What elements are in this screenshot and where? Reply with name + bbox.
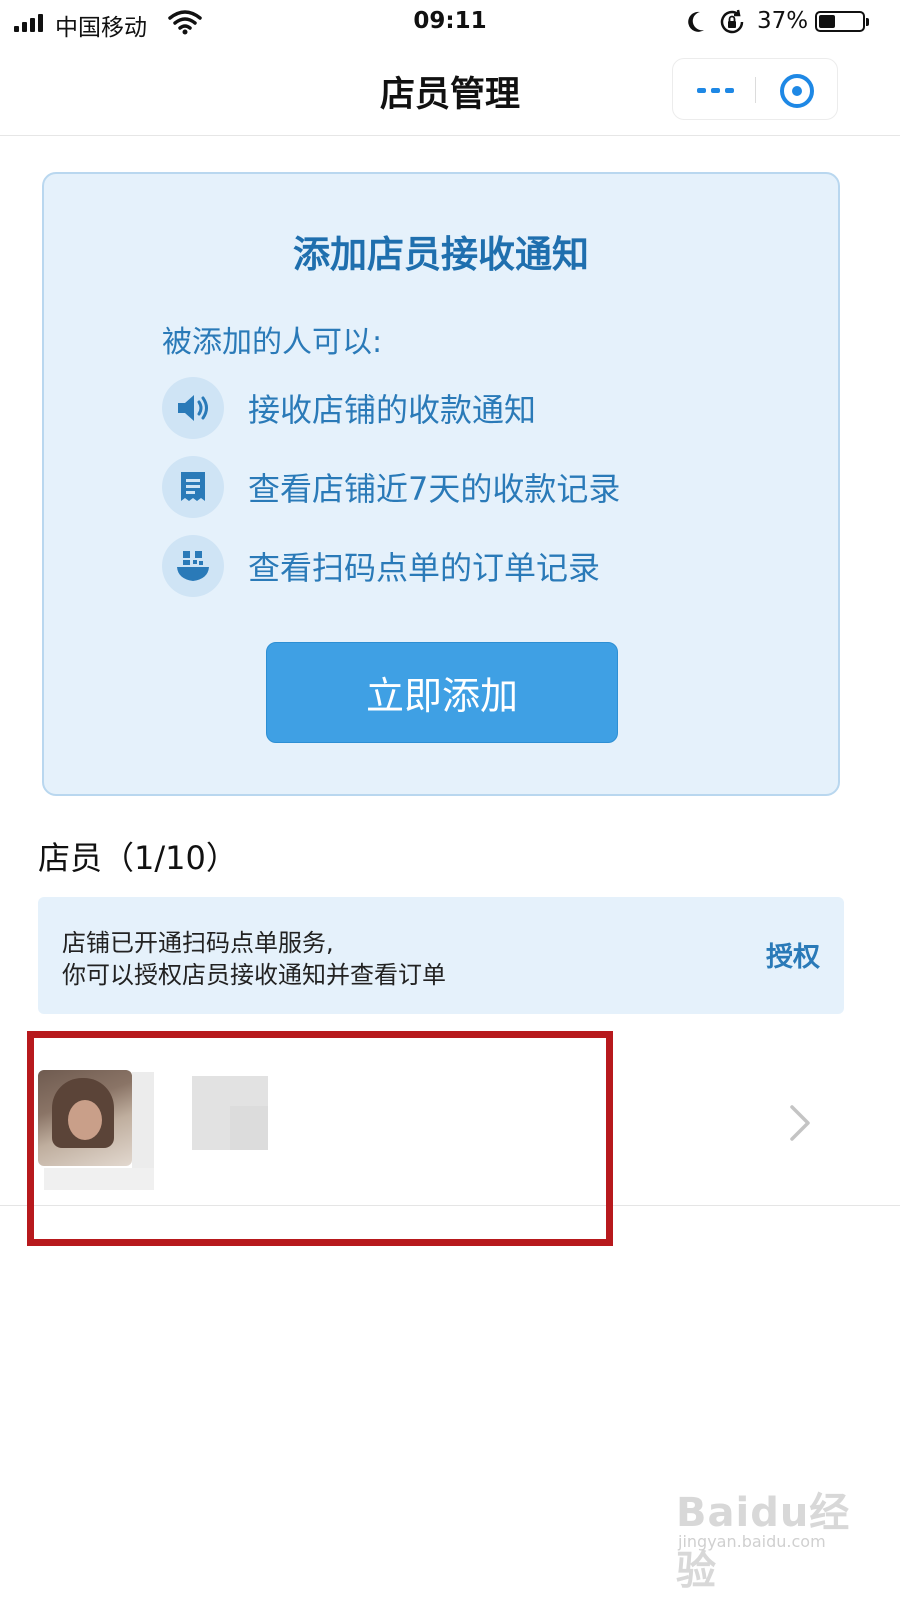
watermark-url: jingyan.baidu.com (678, 1532, 826, 1551)
receipt-icon (162, 456, 224, 518)
close-mini-program-icon[interactable] (777, 71, 817, 115)
feature-text: 查看店铺近7天的收款记录 (248, 470, 621, 508)
authorization-notice: 店铺已开通扫码点单服务, 你可以授权店员接收通知并查看订单 授权 (38, 897, 844, 1014)
feature-text: 查看扫码点单的订单记录 (248, 549, 601, 587)
qr-bowl-icon (162, 535, 224, 597)
mini-program-capsule (672, 58, 838, 120)
card-subtitle: 被添加的人可以: (162, 325, 383, 360)
rotation-lock-icon (718, 8, 746, 40)
watermark: Baidu经验 jingyan.baidu.com (676, 1470, 876, 1594)
staff-section-title: 店员（1/10） (38, 839, 238, 877)
notice-line-2: 你可以授权店员接收通知并查看订单 (62, 961, 446, 989)
authorize-link[interactable]: 授权 (766, 935, 820, 974)
feature-item: 查看扫码点单的订单记录 (162, 535, 600, 597)
speaker-icon (162, 377, 224, 439)
battery-percent: 37% (757, 8, 809, 34)
feature-text: 接收店铺的收款通知 (248, 391, 537, 429)
do-not-disturb-icon (684, 8, 708, 40)
highlight-annotation (27, 1031, 613, 1246)
battery-icon (815, 11, 869, 32)
card-title: 添加店员接收通知 (293, 233, 589, 276)
chevron-right-icon[interactable] (786, 1103, 814, 1147)
feature-item: 查看店铺近7天的收款记录 (162, 456, 620, 518)
add-now-button[interactable]: 立即添加 (266, 642, 618, 743)
capsule-divider (755, 77, 756, 103)
nav-bar: 店员管理 (0, 46, 900, 136)
status-bar: 中国移动 09:11 37% (0, 0, 900, 46)
more-options-icon[interactable] (693, 77, 737, 103)
add-staff-card: 添加店员接收通知 被添加的人可以: 接收店铺的收款通知 查看店铺近7天的收款记录 (42, 172, 840, 796)
notice-line-1: 店铺已开通扫码点单服务, (62, 929, 334, 957)
feature-item: 接收店铺的收款通知 (162, 377, 536, 439)
